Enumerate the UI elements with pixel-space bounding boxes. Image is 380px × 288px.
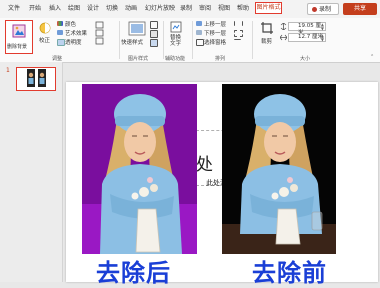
quick-styles-icon[interactable]	[128, 21, 146, 36]
slide-number: 1	[6, 67, 10, 74]
width-icon	[280, 34, 287, 41]
picture-effects-icon[interactable]	[150, 30, 158, 38]
height-field[interactable]: 19.05 厘米 ▲▼	[288, 22, 326, 36]
slide-thumbnail[interactable]	[16, 67, 56, 91]
menu-animations[interactable]: 动画	[125, 3, 137, 12]
transparency-button[interactable]: 透明度	[65, 38, 82, 46]
height-spinner-icon[interactable]: ▲ ▼	[321, 23, 324, 31]
width-field[interactable]: 12.7 厘米 ▲ ▼	[288, 33, 326, 42]
correct-icon[interactable]	[39, 22, 51, 34]
picture-layout-icon[interactable]	[150, 39, 158, 47]
menu-insert[interactable]: 插入	[49, 3, 61, 12]
tab-picture-format[interactable]: 图片格式	[255, 2, 282, 14]
group-icon[interactable]	[234, 30, 243, 37]
share-label: 共享	[353, 5, 366, 12]
crop-icon[interactable]	[260, 21, 274, 35]
alt-text-icon[interactable]	[170, 21, 182, 33]
quick-styles-label[interactable]: 快速样式	[121, 38, 143, 46]
ribbon-separator	[119, 21, 120, 59]
caption-before: 去除前	[252, 259, 327, 287]
group-arrange-label: 排列	[215, 56, 226, 62]
menu-file[interactable]: 文件	[8, 3, 20, 12]
alt-text-label[interactable]: 替换 文字	[170, 35, 181, 47]
menu-home[interactable]: 开始	[29, 3, 41, 12]
group-adjust-label: 调整	[52, 56, 63, 62]
ribbon-separator	[163, 21, 164, 59]
ribbon: 删除背景 校正 颜色 艺术效果 透明度 调整 快速样式 图片样式 替换 文字 辅…	[0, 18, 380, 63]
image-before-removal[interactable]	[222, 84, 336, 254]
picture-border-icon[interactable]	[150, 21, 158, 29]
align-icon[interactable]	[234, 21, 243, 26]
color-button[interactable]: 颜色	[65, 20, 76, 28]
remove-background-icon	[12, 24, 26, 38]
collapse-ribbon-icon[interactable]: ⌃	[370, 54, 374, 60]
caption-after: 去除后	[96, 259, 171, 287]
artistic-effects-icon	[57, 30, 63, 35]
menu-slideshow[interactable]: 幻灯片放映	[145, 3, 175, 12]
menu-review[interactable]: 审阅	[199, 3, 211, 12]
remove-background-label: 删除背景	[7, 44, 28, 50]
ribbon-separator	[192, 21, 193, 59]
image-after-removal[interactable]	[82, 84, 197, 254]
change-picture-icons[interactable]	[95, 21, 117, 45]
crop-label[interactable]: 裁剪	[261, 37, 272, 45]
selection-pane-button[interactable]: 选择窗格	[204, 38, 226, 46]
group-accessibility-label: 辅助功能	[165, 56, 186, 62]
record-label: 录制	[319, 6, 332, 13]
artistic-effects-button[interactable]: 艺术效果	[65, 29, 87, 37]
ribbon-separator	[252, 21, 253, 59]
transparency-icon	[57, 39, 65, 46]
slide-thumbnail-preview	[17, 68, 54, 89]
share-button[interactable]: 共享	[343, 3, 377, 15]
bring-forward-icon	[196, 21, 202, 26]
send-backward-button[interactable]: 下移一层	[204, 29, 226, 37]
color-icon	[57, 21, 63, 26]
bring-forward-button[interactable]: 上移一层	[204, 20, 226, 28]
menu-draw[interactable]: 绘图	[68, 3, 80, 12]
menu-help[interactable]: 帮助	[237, 3, 249, 12]
menu-view[interactable]: 视图	[218, 3, 230, 12]
record-icon	[312, 7, 317, 12]
slide-thumbnail-pane	[0, 62, 63, 282]
width-value: 12.7 厘米	[298, 34, 323, 40]
menu-record[interactable]: 录制	[180, 3, 192, 12]
slide-title: 处	[196, 155, 213, 175]
selection-pane-icon	[196, 39, 204, 46]
width-spinner-icon[interactable]: ▲ ▼	[321, 34, 324, 42]
menu-transitions[interactable]: 切换	[106, 3, 118, 12]
group-size-label: 大小	[300, 56, 311, 62]
menu-design[interactable]: 设计	[87, 3, 99, 12]
remove-background-button[interactable]: 删除背景	[5, 20, 33, 54]
record-button[interactable]: 录制	[307, 3, 339, 15]
send-backward-icon	[196, 30, 202, 35]
correct-label[interactable]: 校正	[39, 36, 50, 44]
height-icon	[280, 23, 287, 30]
rotate-icon[interactable]	[234, 39, 241, 45]
group-picture-styles-label: 图片样式	[128, 56, 149, 62]
menu-bar: 文件 开始 插入 绘图 设计 切换 动画 幻灯片放映 录制 审阅 视图 帮助 图…	[0, 0, 380, 19]
